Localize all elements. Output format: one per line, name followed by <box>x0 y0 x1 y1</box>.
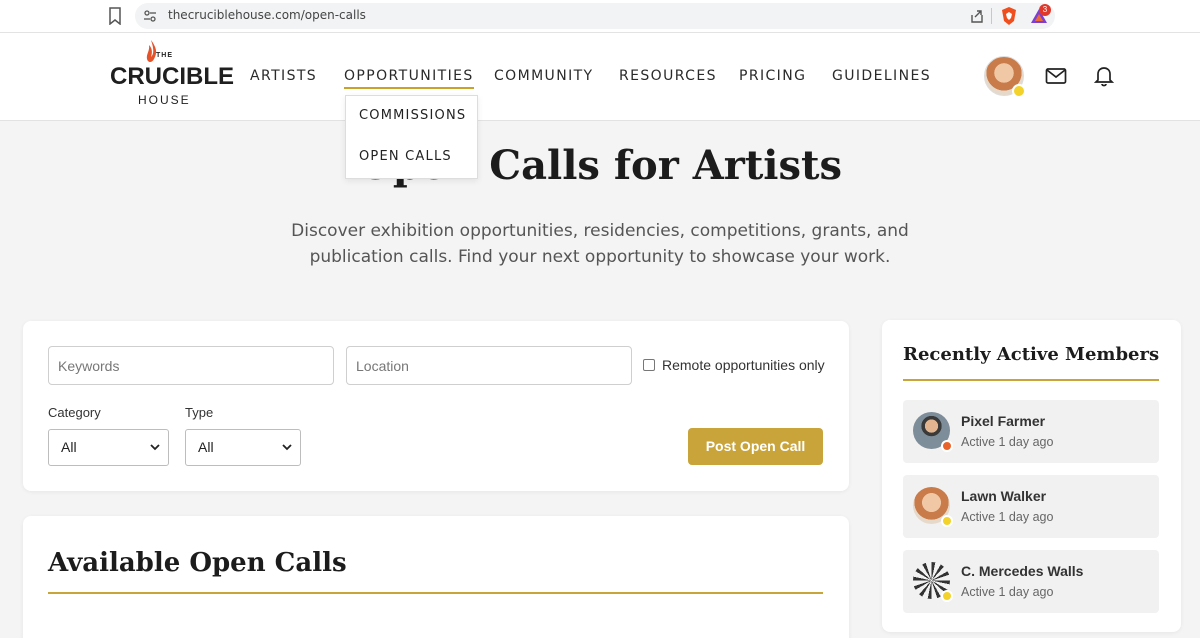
member-status-dot <box>941 440 953 452</box>
dropdown-commissions[interactable]: COMMISSIONS <box>359 108 466 123</box>
nav-opportunities[interactable]: OPPORTUNITIES <box>344 68 474 89</box>
url-text[interactable]: thecruciblehouse.com/open-calls <box>168 8 366 22</box>
share-icon[interactable] <box>969 8 985 24</box>
site-settings-icon[interactable] <box>143 9 157 23</box>
member-name[interactable]: C. Mercedes Walls <box>961 563 1083 579</box>
mail-icon[interactable] <box>1045 67 1067 85</box>
title-underline <box>48 592 823 594</box>
site-logo[interactable]: THE CRUCIBLE HOUSE <box>110 39 234 109</box>
member-name[interactable]: Pixel Farmer <box>961 413 1045 429</box>
bookmark-icon[interactable] <box>107 7 123 25</box>
filter-card: Remote opportunities only Category Type … <box>23 321 849 491</box>
page-title: Open Calls for Artists <box>357 142 843 189</box>
brave-shield-icon[interactable] <box>1000 6 1018 26</box>
member-item[interactable]: Pixel Farmer Active 1 day ago <box>903 400 1159 463</box>
remote-checkbox[interactable] <box>643 359 655 371</box>
chevron-down-icon <box>150 444 160 451</box>
site-header: THE CRUCIBLE HOUSE ARTISTS OPPORTUNITIES… <box>0 33 1200 121</box>
logo-house: HOUSE <box>138 93 191 107</box>
location-input[interactable] <box>346 346 632 385</box>
logo-wordmark: CRUCIBLE <box>110 63 234 90</box>
category-select[interactable]: All <box>48 429 169 466</box>
type-select-value: All <box>198 439 214 455</box>
nav-pricing[interactable]: PRICING <box>739 68 806 84</box>
category-select-value: All <box>61 439 77 455</box>
member-activity: Active 1 day ago <box>961 435 1054 449</box>
bell-icon[interactable] <box>1094 65 1114 87</box>
rewards-badge: 3 <box>1039 4 1051 16</box>
chevron-down-icon <box>282 444 292 451</box>
active-members-title: Recently Active Members <box>903 344 1160 365</box>
title-underline <box>903 379 1159 381</box>
category-label: Category <box>48 405 101 420</box>
member-item[interactable]: Lawn Walker Active 1 day ago <box>903 475 1159 538</box>
user-status-badge <box>1012 84 1026 98</box>
nav-resources[interactable]: RESOURCES <box>619 68 717 84</box>
type-label: Type <box>185 405 214 420</box>
remote-checkbox-label[interactable]: Remote opportunities only <box>662 357 825 373</box>
nav-artists[interactable]: ARTISTS <box>250 68 317 84</box>
available-calls-card: Available Open Calls <box>23 516 849 638</box>
available-calls-title: Available Open Calls <box>48 548 347 578</box>
member-status-dot <box>941 590 953 602</box>
member-item[interactable]: C. Mercedes Walls Active 1 day ago <box>903 550 1159 613</box>
dropdown-open-calls[interactable]: OPEN CALLS <box>359 149 452 164</box>
keywords-input[interactable] <box>48 346 334 385</box>
member-name[interactable]: Lawn Walker <box>961 488 1046 504</box>
address-bar[interactable]: thecruciblehouse.com/open-calls 3 <box>135 3 1055 29</box>
member-activity: Active 1 day ago <box>961 585 1054 599</box>
post-open-call-button[interactable]: Post Open Call <box>688 428 823 465</box>
opportunities-dropdown: COMMISSIONS OPEN CALLS <box>345 95 478 179</box>
toolbar-divider <box>991 8 992 24</box>
browser-toolbar: thecruciblehouse.com/open-calls 3 <box>0 0 1200 33</box>
type-select[interactable]: All <box>185 429 301 466</box>
member-activity: Active 1 day ago <box>961 510 1054 524</box>
active-members-card: Recently Active Members Pixel Farmer Act… <box>882 320 1181 632</box>
page-subtitle: Discover exhibition opportunities, resid… <box>291 221 909 267</box>
logo-the: THE <box>156 52 173 59</box>
nav-community[interactable]: COMMUNITY <box>494 68 594 84</box>
member-status-dot <box>941 515 953 527</box>
nav-guidelines[interactable]: GUIDELINES <box>832 68 931 84</box>
